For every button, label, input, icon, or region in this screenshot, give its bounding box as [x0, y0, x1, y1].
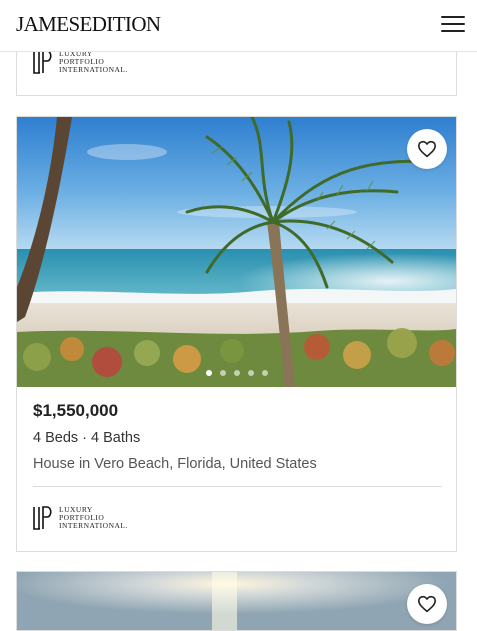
listing-specs: 4 Beds · 4 Baths — [33, 430, 141, 446]
carousel-dots — [17, 370, 456, 376]
favorite-button[interactable] — [407, 129, 447, 169]
carousel-dot[interactable] — [247, 370, 254, 376]
lpi-mark-icon — [33, 506, 52, 530]
broker-logo: LUXURY PORTFOLIO INTERNATIONAL. — [33, 50, 128, 74]
listing-photo[interactable] — [17, 117, 456, 387]
menu-line — [441, 16, 465, 18]
listing-card-next[interactable] — [16, 571, 457, 631]
jamesedition-logo[interactable]: JAMESEDITION — [16, 12, 161, 37]
carousel-dot[interactable] — [261, 370, 268, 376]
menu-line — [441, 23, 465, 25]
heart-icon — [418, 140, 436, 158]
carousel-dot[interactable] — [233, 370, 240, 376]
broker-logo: LUXURY PORTFOLIO INTERNATIONAL. — [33, 506, 128, 530]
broker-line3: INTERNATIONAL. — [59, 521, 128, 530]
listing-location: House in Vero Beach, Florida, United Sta… — [33, 456, 317, 472]
top-nav: JAMESEDITION — [0, 0, 477, 52]
favorite-button[interactable] — [407, 584, 447, 624]
lpi-mark-icon — [33, 50, 52, 74]
menu-line — [441, 30, 465, 32]
listing-price: $1,550,000 — [33, 401, 119, 420]
hamburger-menu-icon[interactable] — [441, 14, 465, 34]
beach-photo — [17, 117, 456, 387]
carousel-dot[interactable] — [219, 370, 226, 376]
heart-icon — [418, 595, 436, 613]
listing-card[interactable]: $1,550,000 4 Beds · 4 Baths House in Ver… — [16, 116, 457, 552]
divider — [33, 486, 442, 487]
carousel-dot[interactable] — [205, 370, 212, 376]
broker-line3: INTERNATIONAL. — [59, 65, 128, 74]
